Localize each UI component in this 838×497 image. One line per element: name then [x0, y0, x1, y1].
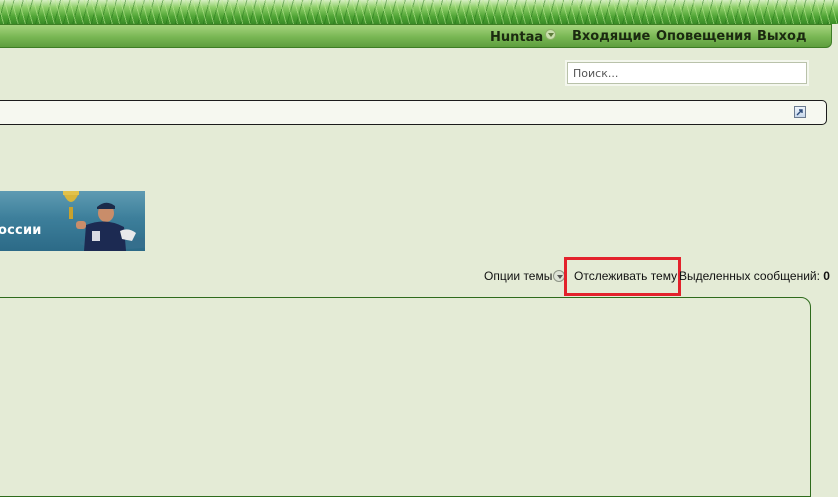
selected-posts-value: 0	[823, 269, 830, 283]
thread-options-label: Опции темы	[484, 269, 553, 283]
notifications-link[interactable]: Оповещения	[656, 29, 752, 44]
selected-posts-count: Выделенных сообщений: 0	[679, 269, 830, 283]
grass-header	[0, 0, 838, 24]
banner-text: оссии	[0, 223, 42, 238]
username-label: Huntaa	[490, 30, 544, 45]
popout-icon[interactable]	[794, 106, 806, 118]
logout-link[interactable]: Выход	[757, 29, 806, 44]
user-menu[interactable]: Huntaa	[490, 29, 557, 45]
post-container	[0, 297, 811, 497]
selected-posts-label: Выделенных сообщений:	[679, 269, 820, 283]
inbox-link[interactable]: Входящие	[572, 29, 650, 44]
search-input[interactable]	[567, 62, 807, 84]
navbar-links: Huntaa Входящие Оповещения Выход	[0, 29, 838, 45]
thread-options-menu[interactable]: Опции темы	[484, 269, 566, 283]
chevron-down-icon	[545, 29, 557, 40]
subscribe-thread-link[interactable]: Отслеживать тему	[574, 269, 677, 283]
breadcrumb	[0, 100, 827, 125]
forum-banner[interactable]: оссии	[0, 191, 145, 251]
